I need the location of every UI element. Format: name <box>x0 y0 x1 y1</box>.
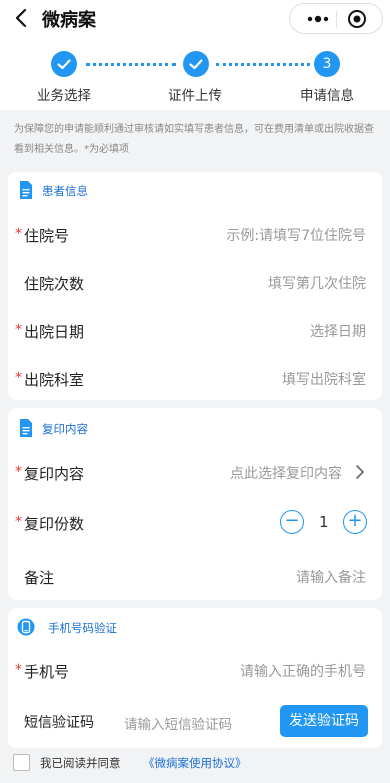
step-connector <box>216 63 310 66</box>
required-mark: * <box>15 514 22 530</box>
section-title: 患者信息 <box>42 184 88 198</box>
field-label: 出院日期 <box>24 323 85 341</box>
field-label: 短信验证码 <box>24 715 94 731</box>
close-target-icon[interactable] <box>347 9 367 29</box>
sms-code-input[interactable]: 请输入短信验证码 <box>124 713 232 733</box>
send-code-button[interactable]: 发送验证码 <box>280 705 368 737</box>
admission-count-input[interactable]: 填写第几次住院 <box>268 273 366 293</box>
remark-row[interactable]: 备注 请输入备注 <box>8 552 382 600</box>
step-connector <box>86 63 176 66</box>
step-3-label: 申请信息 <box>300 88 354 104</box>
field-label: 手机号 <box>24 663 70 681</box>
page-title: 微病案 <box>42 10 96 31</box>
step-2-label: 证件上传 <box>168 88 222 104</box>
inpatient-number-row[interactable]: * 住院号 示例:请填写7位住院号 <box>8 210 382 258</box>
phone-icon <box>17 618 35 636</box>
notice-text: 为保障您的申请能顺利通过审核请如实填写患者信息，可在费用清单或出院收据查看到相关… <box>14 124 374 155</box>
copy-count-value: 1 <box>319 513 329 531</box>
field-label: 住院次数 <box>24 275 85 293</box>
section-title: 手机号码验证 <box>48 621 117 635</box>
back-arrow-icon[interactable] <box>10 6 34 30</box>
step-2-check-icon <box>183 51 209 77</box>
agreement-checkbox[interactable] <box>13 754 30 771</box>
field-label: 住院号 <box>24 227 70 245</box>
copy-count-row: * 复印份数 − 1 + <box>8 498 382 546</box>
field-label: 复印份数 <box>24 515 85 533</box>
required-mark: * <box>15 226 22 242</box>
increment-button[interactable]: + <box>343 510 367 534</box>
navigation-bar: 微病案 <box>0 0 390 40</box>
required-mark: * <box>15 370 22 386</box>
discharge-department-input[interactable]: 填写出院科室 <box>282 369 366 389</box>
discharge-department-row[interactable]: * 出院科室 填写出院科室 <box>8 354 382 402</box>
mini-program-capsule <box>289 3 383 34</box>
step-3-number: 3 <box>314 51 340 77</box>
agreement-link[interactable]: 《微病案使用协议》 <box>143 755 247 771</box>
agreement-text: 我已阅读并同意 <box>40 756 121 770</box>
field-label: 复印内容 <box>24 465 85 483</box>
step-1-check-icon <box>51 51 77 77</box>
discharge-date-picker[interactable]: 选择日期 <box>310 321 366 341</box>
step-1-label: 业务选择 <box>37 88 91 104</box>
more-icon[interactable] <box>304 12 332 26</box>
step-indicator: 业务选择 证件上传 3 申请信息 <box>0 40 390 110</box>
capsule-divider <box>336 11 337 28</box>
admission-count-row[interactable]: 住院次数 填写第几次住院 <box>8 258 382 306</box>
required-mark: * <box>15 464 22 480</box>
field-label: 备注 <box>24 569 55 587</box>
phone-row[interactable]: * 手机号 请输入正确的手机号 <box>8 646 382 694</box>
decrement-button[interactable]: − <box>280 510 304 534</box>
remark-input[interactable]: 请输入备注 <box>296 567 366 587</box>
discharge-date-row[interactable]: * 出院日期 选择日期 <box>8 306 382 354</box>
sms-code-row: 短信验证码 请输入短信验证码 发送验证码 <box>8 697 382 745</box>
chevron-right-icon <box>356 465 364 479</box>
inpatient-number-input[interactable]: 示例:请填写7位住院号 <box>226 225 366 245</box>
required-mark: * <box>15 662 22 678</box>
field-label: 出院科室 <box>24 371 85 389</box>
required-mark: * <box>15 322 22 338</box>
document-icon <box>20 419 32 437</box>
phone-input[interactable]: 请输入正确的手机号 <box>240 661 366 681</box>
agreement-row: 我已阅读并同意 《微病案使用协议》 <box>0 752 390 776</box>
copy-content-selector[interactable]: 点此选择复印内容 <box>230 463 342 483</box>
copy-content-row[interactable]: * 复印内容 点此选择复印内容 <box>8 448 382 496</box>
document-icon <box>20 181 32 199</box>
section-title: 复印内容 <box>42 422 88 436</box>
